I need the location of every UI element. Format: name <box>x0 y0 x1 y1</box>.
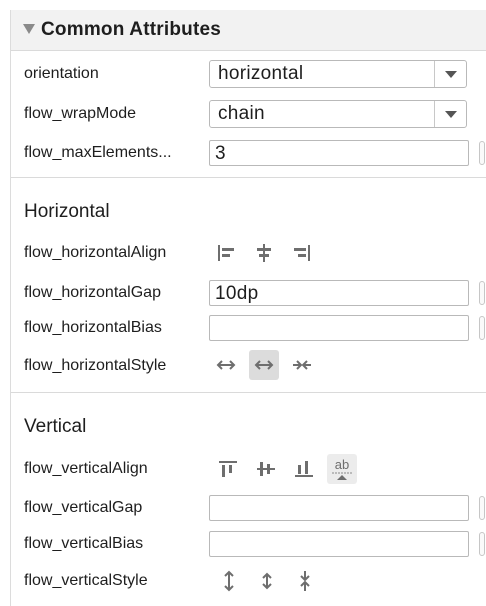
spread-icon[interactable] <box>211 350 241 380</box>
spread-vertical-icon[interactable] <box>214 566 244 596</box>
align-bottom-icon[interactable] <box>289 454 319 484</box>
align-center-vertical-icon[interactable] <box>251 454 281 484</box>
vertical-gap-label: flow_verticalGap <box>24 499 143 516</box>
vertical-bias-input[interactable] <box>209 531 469 557</box>
orientation-label: orientation <box>24 65 99 82</box>
vertical-align-label: flow_verticalAlign <box>24 460 148 477</box>
align-top-icon[interactable] <box>213 454 243 484</box>
horizontal-bias-label: flow_horizontalBias <box>24 319 162 336</box>
wrap-mode-label: flow_wrapMode <box>24 105 137 122</box>
divider <box>11 177 486 178</box>
wrap-mode-dropdown[interactable]: chain <box>209 100 467 128</box>
spread-inside-vertical-icon[interactable] <box>252 566 282 596</box>
horizontal-gap-label: flow_horizontalGap <box>24 284 161 301</box>
orientation-value: horizontal <box>218 63 304 84</box>
packed-vertical-icon[interactable] <box>290 566 320 596</box>
horizontal-gap-input[interactable]: 10dp <box>209 280 469 306</box>
resource-picker-handle[interactable] <box>479 141 485 165</box>
align-baseline-icon[interactable]: ab <box>327 454 357 484</box>
packed-icon[interactable] <box>287 350 317 380</box>
align-center-horizontal-icon[interactable] <box>249 238 279 268</box>
spread-inside-icon[interactable] <box>249 350 279 380</box>
section-title: Common Attributes <box>41 19 222 40</box>
dropdown-separator <box>434 61 435 87</box>
align-right-icon[interactable] <box>287 238 317 268</box>
chevron-down-icon[interactable] <box>445 111 457 118</box>
chevron-down-icon[interactable] <box>445 71 457 78</box>
divider <box>11 392 486 393</box>
align-left-icon[interactable] <box>211 238 241 268</box>
baseline-icon-text: ab <box>335 457 349 472</box>
section-header-common-attributes[interactable]: Common Attributes <box>11 10 486 51</box>
dropdown-separator <box>434 101 435 127</box>
max-elements-input[interactable]: 3 <box>209 140 469 166</box>
horizontal-gap-value: 10dp <box>215 283 259 304</box>
collapse-triangle-icon[interactable] <box>23 24 35 34</box>
vertical-section-title: Vertical <box>24 416 87 437</box>
vertical-gap-input[interactable] <box>209 495 469 521</box>
resource-picker-handle[interactable] <box>479 316 485 340</box>
max-elements-value: 3 <box>215 143 226 164</box>
horizontal-style-label: flow_horizontalStyle <box>24 357 167 374</box>
vertical-style-label: flow_verticalStyle <box>24 572 148 589</box>
resource-picker-handle[interactable] <box>479 496 485 520</box>
resource-picker-handle[interactable] <box>479 281 485 305</box>
wrap-mode-value: chain <box>218 103 265 124</box>
max-elements-label: flow_maxElements... <box>24 144 172 161</box>
horizontal-section-title: Horizontal <box>24 201 110 222</box>
orientation-dropdown[interactable]: horizontal <box>209 60 467 88</box>
horizontal-align-label: flow_horizontalAlign <box>24 244 167 261</box>
vertical-bias-label: flow_verticalBias <box>24 535 144 552</box>
resource-picker-handle[interactable] <box>479 532 485 556</box>
horizontal-bias-input[interactable] <box>209 315 469 341</box>
attributes-panel: Common Attributes orientation horizontal… <box>10 10 486 606</box>
